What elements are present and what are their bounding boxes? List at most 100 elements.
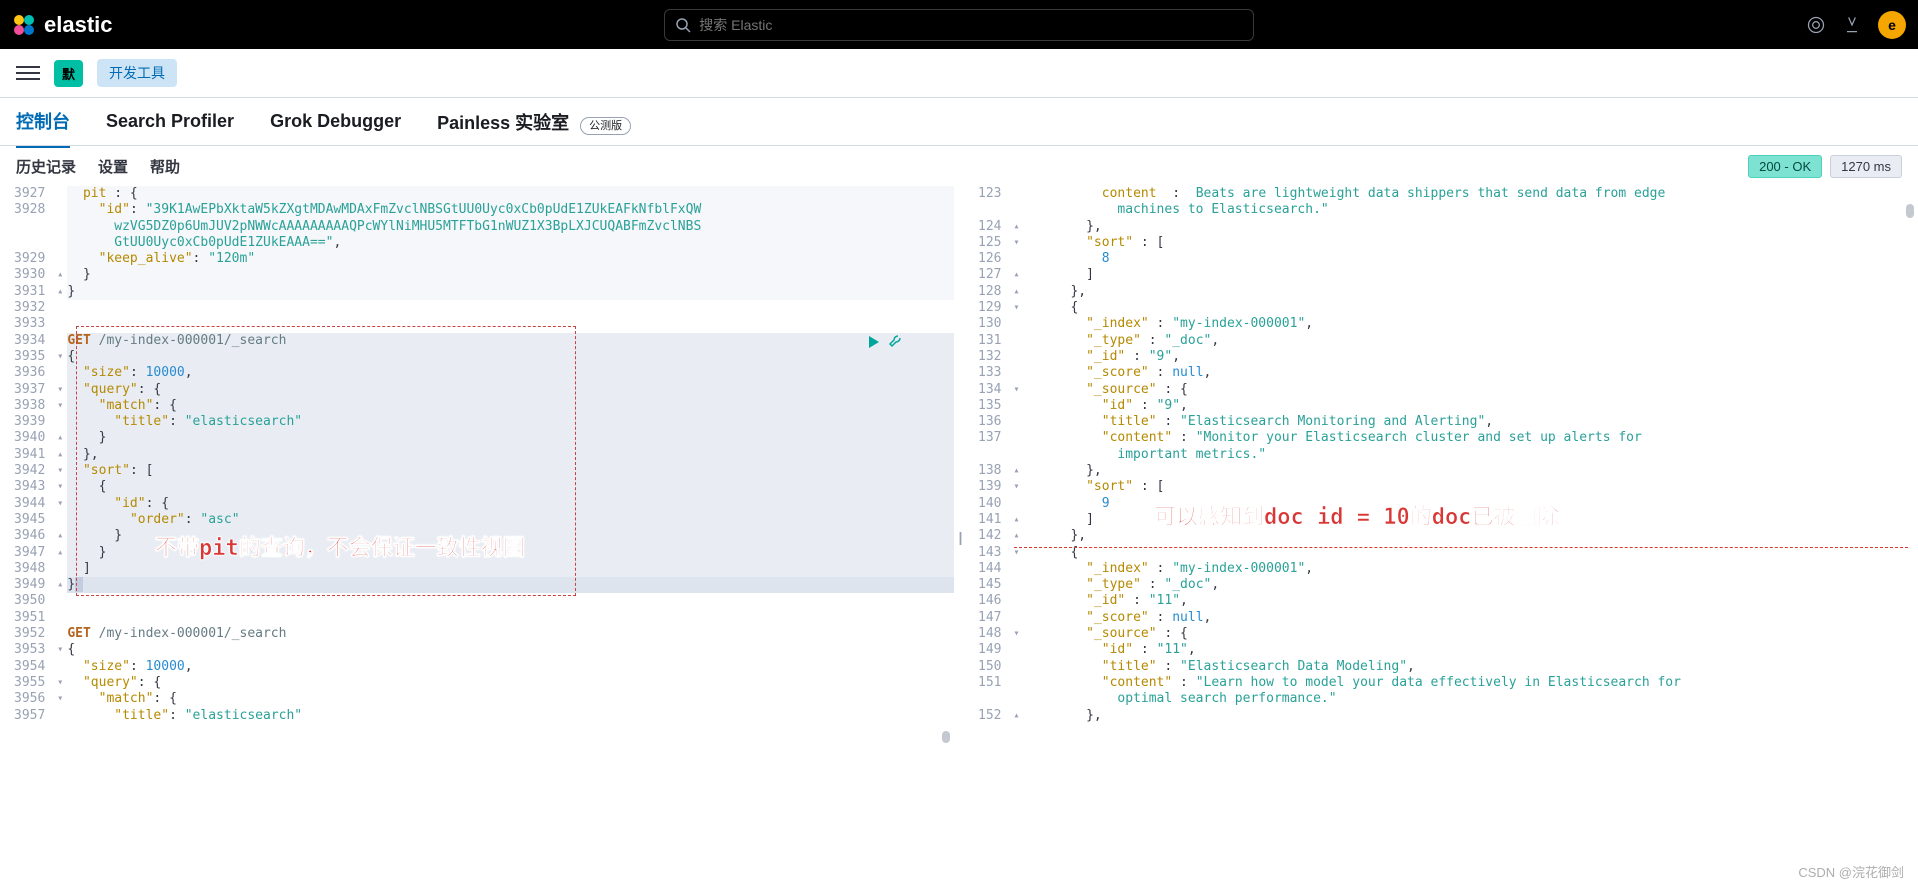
code-line: "_score" : null,: [1023, 610, 1918, 626]
code-line: "_id" : "11",: [1023, 593, 1918, 609]
code-line: "id" : "11",: [1023, 642, 1918, 658]
code-line: "_index" : "my-index-000001",: [1023, 316, 1918, 332]
code-line[interactable]: "keep_alive": "120m": [67, 251, 954, 267]
news-icon[interactable]: [1806, 15, 1826, 35]
code-line: 8: [1023, 251, 1918, 267]
run-icon[interactable]: [866, 334, 882, 350]
code-line[interactable]: }: [67, 528, 954, 544]
global-header: elastic e: [0, 0, 1918, 49]
search-icon: [675, 17, 691, 33]
response-status-badge: 200 - OK: [1748, 155, 1822, 178]
code-line[interactable]: wzVG5DZ0p6UmJUV2pNWWcAAAAAAAAAQPcWYlNiMH…: [67, 219, 954, 235]
code-line[interactable]: GET /my-index-000001/_search: [67, 626, 954, 642]
code-line: },: [1023, 284, 1918, 300]
code-line: "title" : "Elasticsearch Monitoring and …: [1023, 414, 1918, 430]
code-line[interactable]: [67, 593, 954, 609]
code-line[interactable]: "size": 10000,: [67, 365, 954, 381]
global-search[interactable]: [664, 9, 1254, 41]
settings-button[interactable]: 设置: [98, 156, 128, 177]
space-badge[interactable]: 默: [54, 60, 83, 87]
help-button[interactable]: 帮助: [150, 156, 180, 177]
app-subheader: 默 开发工具: [0, 49, 1918, 98]
code-line[interactable]: }: [67, 284, 954, 300]
code-line: },: [1023, 219, 1918, 235]
code-line[interactable]: "match": {: [67, 398, 954, 414]
tab-search-profiler[interactable]: Search Profiler: [106, 99, 234, 144]
panel-splitter[interactable]: [954, 186, 964, 887]
console-toolbar: 历史记录 设置 帮助 200 - OK 1270 ms: [0, 146, 1918, 186]
brand-text: elastic: [44, 12, 113, 38]
code-line[interactable]: "query": {: [67, 382, 954, 398]
code-line[interactable]: [67, 316, 954, 332]
code-line[interactable]: "size": 10000,: [67, 659, 954, 675]
code-line[interactable]: "id": {: [67, 496, 954, 512]
tab-console[interactable]: 控制台: [16, 96, 70, 148]
code-line[interactable]: }: [67, 267, 954, 283]
code-line: "_source" : {: [1023, 382, 1918, 398]
code-line: },: [1023, 708, 1918, 724]
code-line[interactable]: {: [67, 642, 954, 658]
code-line[interactable]: GET /my-index-000001/_search: [67, 333, 954, 349]
tab-painless-lab[interactable]: Painless 实验室 公测版: [437, 97, 631, 147]
code-line: "_source" : {: [1023, 626, 1918, 642]
user-avatar[interactable]: e: [1878, 11, 1906, 39]
nav-toggle-button[interactable]: [16, 61, 40, 85]
code-line[interactable]: "id": "39K1AwEPbXktaW5kZXgtMDAwMDAxFmZvc…: [67, 202, 954, 218]
request-editor[interactable]: 39273928 3929393039313932393339343935393…: [0, 186, 954, 887]
code-line: {: [1023, 300, 1918, 316]
code-line[interactable]: GtUU0Uyc0xCb0pUdE1ZUkEAAA==",: [67, 235, 954, 251]
console-workspace: 39273928 3929393039313932393339343935393…: [0, 186, 1918, 887]
code-line[interactable]: }: [67, 430, 954, 446]
code-line[interactable]: }: [67, 545, 954, 561]
watermark: CSDN @浣花御剑: [1798, 862, 1904, 881]
elastic-logo[interactable]: elastic: [12, 12, 113, 38]
code-line: "_type" : "_doc",: [1023, 577, 1918, 593]
code-line: "title" : "Elasticsearch Data Modeling",: [1023, 659, 1918, 675]
code-line[interactable]: ]: [67, 561, 954, 577]
code-line: },: [1023, 528, 1918, 544]
code-line: important metrics.": [1023, 447, 1918, 463]
code-line[interactable]: }: [67, 577, 954, 593]
code-line: machines to Elasticsearch.": [1023, 202, 1918, 218]
code-line[interactable]: {: [67, 349, 954, 365]
elastic-logo-icon: [12, 13, 36, 37]
search-input[interactable]: [699, 17, 1243, 33]
breadcrumb-devtools[interactable]: 开发工具: [97, 59, 177, 87]
code-line[interactable]: pit : {: [67, 186, 954, 202]
response-viewer[interactable]: 123 124125126127128129130131132133134135…: [964, 186, 1918, 887]
code-line: ]: [1023, 512, 1918, 528]
annotation-separator: [1014, 547, 1908, 548]
code-line: "id" : "9",: [1023, 398, 1918, 414]
code-line: },: [1023, 463, 1918, 479]
code-line[interactable]: [67, 300, 954, 316]
code-line: optimal search performance.": [1023, 691, 1918, 707]
tab-grok-debugger[interactable]: Grok Debugger: [270, 99, 401, 144]
setup-icon[interactable]: [1842, 15, 1862, 35]
response-scrollbar[interactable]: [1906, 190, 1916, 883]
code-line: content : Beats are lightweight data shi…: [1023, 186, 1918, 202]
code-line[interactable]: "order": "asc": [67, 512, 954, 528]
code-line[interactable]: "match": {: [67, 691, 954, 707]
code-line: "sort" : [: [1023, 479, 1918, 495]
code-line: "content" : "Monitor your Elasticsearch …: [1023, 430, 1918, 446]
history-button[interactable]: 历史记录: [16, 156, 76, 177]
code-line: "_index" : "my-index-000001",: [1023, 561, 1918, 577]
request-actions: [866, 334, 904, 350]
code-line[interactable]: {: [67, 479, 954, 495]
wrench-icon[interactable]: [888, 334, 904, 350]
code-line: "_type" : "_doc",: [1023, 333, 1918, 349]
code-line: "content" : "Learn how to model your dat…: [1023, 675, 1918, 691]
beta-badge: 公测版: [580, 117, 631, 135]
code-line: "sort" : [: [1023, 235, 1918, 251]
code-line[interactable]: "title": "elasticsearch": [67, 708, 954, 724]
editor-scrollbar[interactable]: [942, 190, 952, 883]
code-line[interactable]: },: [67, 447, 954, 463]
code-line[interactable]: "query": {: [67, 675, 954, 691]
response-time-badge: 1270 ms: [1830, 155, 1902, 178]
code-line: "_id" : "9",: [1023, 349, 1918, 365]
code-line[interactable]: [67, 610, 954, 626]
code-line[interactable]: "sort": [: [67, 463, 954, 479]
code-line: "_score" : null,: [1023, 365, 1918, 381]
code-line: 9: [1023, 496, 1918, 512]
code-line[interactable]: "title": "elasticsearch": [67, 414, 954, 430]
